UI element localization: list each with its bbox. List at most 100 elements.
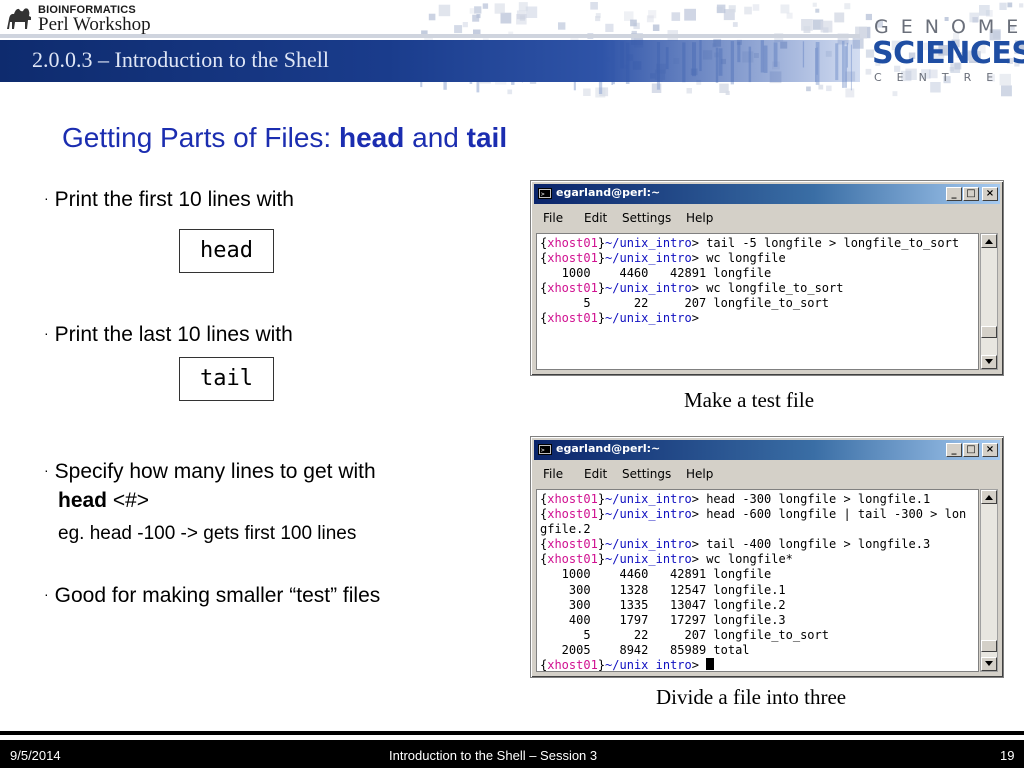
minimize-icon: _ xyxy=(951,188,957,199)
bullet-mark: · xyxy=(44,325,49,341)
terminal-menubar: File Edit Settings Help xyxy=(534,462,1000,486)
terminal-icon: > xyxy=(538,444,552,455)
close-button[interactable]: × xyxy=(982,187,998,201)
terminal-scrollbar[interactable] xyxy=(980,489,998,672)
terminal-window-1: > egarland@perl:~ _ □ × File Edit Settin… xyxy=(530,180,1004,376)
camel-icon xyxy=(7,8,31,30)
maximize-icon: □ xyxy=(966,188,976,199)
prompt-brace: } xyxy=(597,658,606,672)
gsc-line-sciences: SCIENCES xyxy=(872,36,1024,71)
terminal-line: {xhost01}~/unix_intro> xyxy=(540,658,966,672)
menu-edit[interactable]: Edit xyxy=(584,211,607,225)
bioinformatics-logo: BIOINFORMATICS Perl Workshop xyxy=(4,2,164,36)
bullet-how-many-syntax: head <#> xyxy=(58,489,149,513)
bullet-mark: · xyxy=(44,462,49,478)
minimize-button[interactable]: _ xyxy=(946,443,962,457)
maximize-button[interactable]: □ xyxy=(963,187,979,201)
terminal-line: {xhost01}~/unix_intro> head -600 longfil… xyxy=(540,507,966,522)
prompt-path: ~/unix_intro xyxy=(605,658,692,672)
prompt-path: ~/unix_intro xyxy=(605,281,692,296)
terminal-lines: {xhost01}~/unix_intro> tail -5 longfile … xyxy=(540,236,959,327)
syntax-command: head xyxy=(58,489,108,512)
prompt-path: ~/unix_intro xyxy=(605,507,692,522)
section-title: 2.0.0.3 – Introduction to the Shell xyxy=(32,47,329,72)
genome-sciences-centre-logo: GENOME SCIENCES CENTRE xyxy=(870,16,1024,86)
prompt-host: xhost01 xyxy=(547,281,598,296)
menu-file[interactable]: File xyxy=(543,467,563,481)
maximize-button[interactable]: □ xyxy=(963,443,979,457)
slide-title: Getting Parts of Files: head and tail xyxy=(62,122,507,154)
slide-header: 2.0.0.3 – Introduction to the Shell BIOI… xyxy=(0,0,1024,98)
terminal-scrollbar[interactable] xyxy=(980,233,998,370)
terminal-titlebar[interactable]: > egarland@perl:~ _ □ × xyxy=(534,440,1000,460)
prompt-path: ~/unix_intro xyxy=(605,537,692,552)
slide-title-and: and xyxy=(404,122,467,153)
minimize-icon: _ xyxy=(951,444,957,455)
slide-footer: 9/5/2014 Introduction to the Shell – Ses… xyxy=(0,740,1024,768)
prompt-host: xhost01 xyxy=(547,492,598,506)
gsc-line-genome: GENOME xyxy=(874,16,1024,38)
prompt-path: ~/unix_intro xyxy=(605,552,692,567)
terminal-line: 5 22 207 longfile_to_sort xyxy=(540,627,829,642)
menu-settings[interactable]: Settings xyxy=(622,467,671,481)
scroll-up-button[interactable] xyxy=(981,234,997,248)
bullet-how-many: · Specify how many lines to get with xyxy=(44,460,376,484)
prompt-command: > xyxy=(691,311,699,326)
bullet-text: Specify how many lines to get with xyxy=(54,460,376,483)
prompt-host: xhost01 xyxy=(547,658,598,672)
slide-title-tail: tail xyxy=(466,122,508,153)
bullet-text: Print the first 10 lines with xyxy=(54,188,294,211)
scroll-up-icon xyxy=(985,239,993,244)
prompt-command: > head -600 longfile | tail -300 > lon xyxy=(691,507,967,522)
gsc-line-centre: CENTRE xyxy=(874,71,1009,84)
slide-title-text: Getting Parts of Files: xyxy=(62,122,339,153)
maximize-icon: □ xyxy=(966,444,976,455)
caption-make-test-file: Make a test file xyxy=(684,388,815,412)
footer-page-number: 19 xyxy=(1000,748,1015,763)
scroll-down-button[interactable] xyxy=(981,657,997,671)
bullet-first-lines: · Print the first 10 lines with xyxy=(44,188,294,212)
scroll-down-icon xyxy=(985,661,993,666)
terminal-line: 1000 4460 42891 longfile xyxy=(540,567,772,582)
menu-help[interactable]: Help xyxy=(686,467,713,481)
prompt-host: xhost01 xyxy=(547,537,598,552)
prompt-host: xhost01 xyxy=(547,311,598,326)
svg-text:>: > xyxy=(541,191,545,198)
prompt-brace: } xyxy=(597,552,606,567)
prompt-path: ~/unix_intro xyxy=(605,236,692,250)
terminal-output[interactable]: {xhost01}~/unix_intro> head -300 longfil… xyxy=(536,489,979,672)
terminal-menubar: File Edit Settings Help xyxy=(534,206,1000,230)
menu-file[interactable]: File xyxy=(543,211,563,225)
minimize-button[interactable]: _ xyxy=(946,187,962,201)
terminal-output[interactable]: {xhost01}~/unix_intro> tail -5 longfile … xyxy=(536,233,979,370)
close-button[interactable]: × xyxy=(982,443,998,457)
terminal-line: 300 1328 12547 longfile.1 xyxy=(540,582,786,597)
prompt-command: > wc longfile* xyxy=(691,552,793,567)
menu-settings[interactable]: Settings xyxy=(622,211,671,225)
prompt-command: > head -300 longfile > longfile.1 xyxy=(691,492,931,506)
menu-help[interactable]: Help xyxy=(686,211,713,225)
scroll-thumb[interactable] xyxy=(981,326,997,338)
caption-divide-file: Divide a file into three xyxy=(656,685,847,709)
prompt-host: xhost01 xyxy=(547,251,598,266)
logo-perl-workshop: Perl Workshop xyxy=(38,14,151,35)
footer-divider xyxy=(0,731,1024,735)
prompt-command: > tail -5 longfile > longfile_to_sort xyxy=(691,236,960,250)
bullet-test-files: · Good for making smaller “test” files xyxy=(44,584,380,608)
terminal-cursor xyxy=(706,658,715,671)
footer-title: Introduction to the Shell – Session 3 xyxy=(389,748,598,763)
terminal-line: 400 1797 17297 longfile.3 xyxy=(540,612,786,627)
menu-edit[interactable]: Edit xyxy=(584,467,607,481)
terminal-title: egarland@perl:~ xyxy=(556,186,661,199)
scroll-up-button[interactable] xyxy=(981,490,997,504)
head-command-box: head xyxy=(179,229,274,273)
terminal-line: {xhost01}~/unix_intro> tail -5 longfile … xyxy=(540,236,959,251)
terminal-window-2: > egarland@perl:~ _ □ × File Edit Settin… xyxy=(530,436,1004,678)
scroll-thumb[interactable] xyxy=(981,640,997,652)
terminal-line: 5 22 207 longfile_to_sort xyxy=(540,296,829,311)
scroll-down-button[interactable] xyxy=(981,355,997,369)
terminal-titlebar[interactable]: > egarland@perl:~ _ □ × xyxy=(534,184,1000,204)
prompt-brace: } xyxy=(597,507,606,522)
bullet-text: Print the last 10 lines with xyxy=(54,323,293,346)
terminal-line: 2005 8942 85989 total xyxy=(540,642,750,657)
